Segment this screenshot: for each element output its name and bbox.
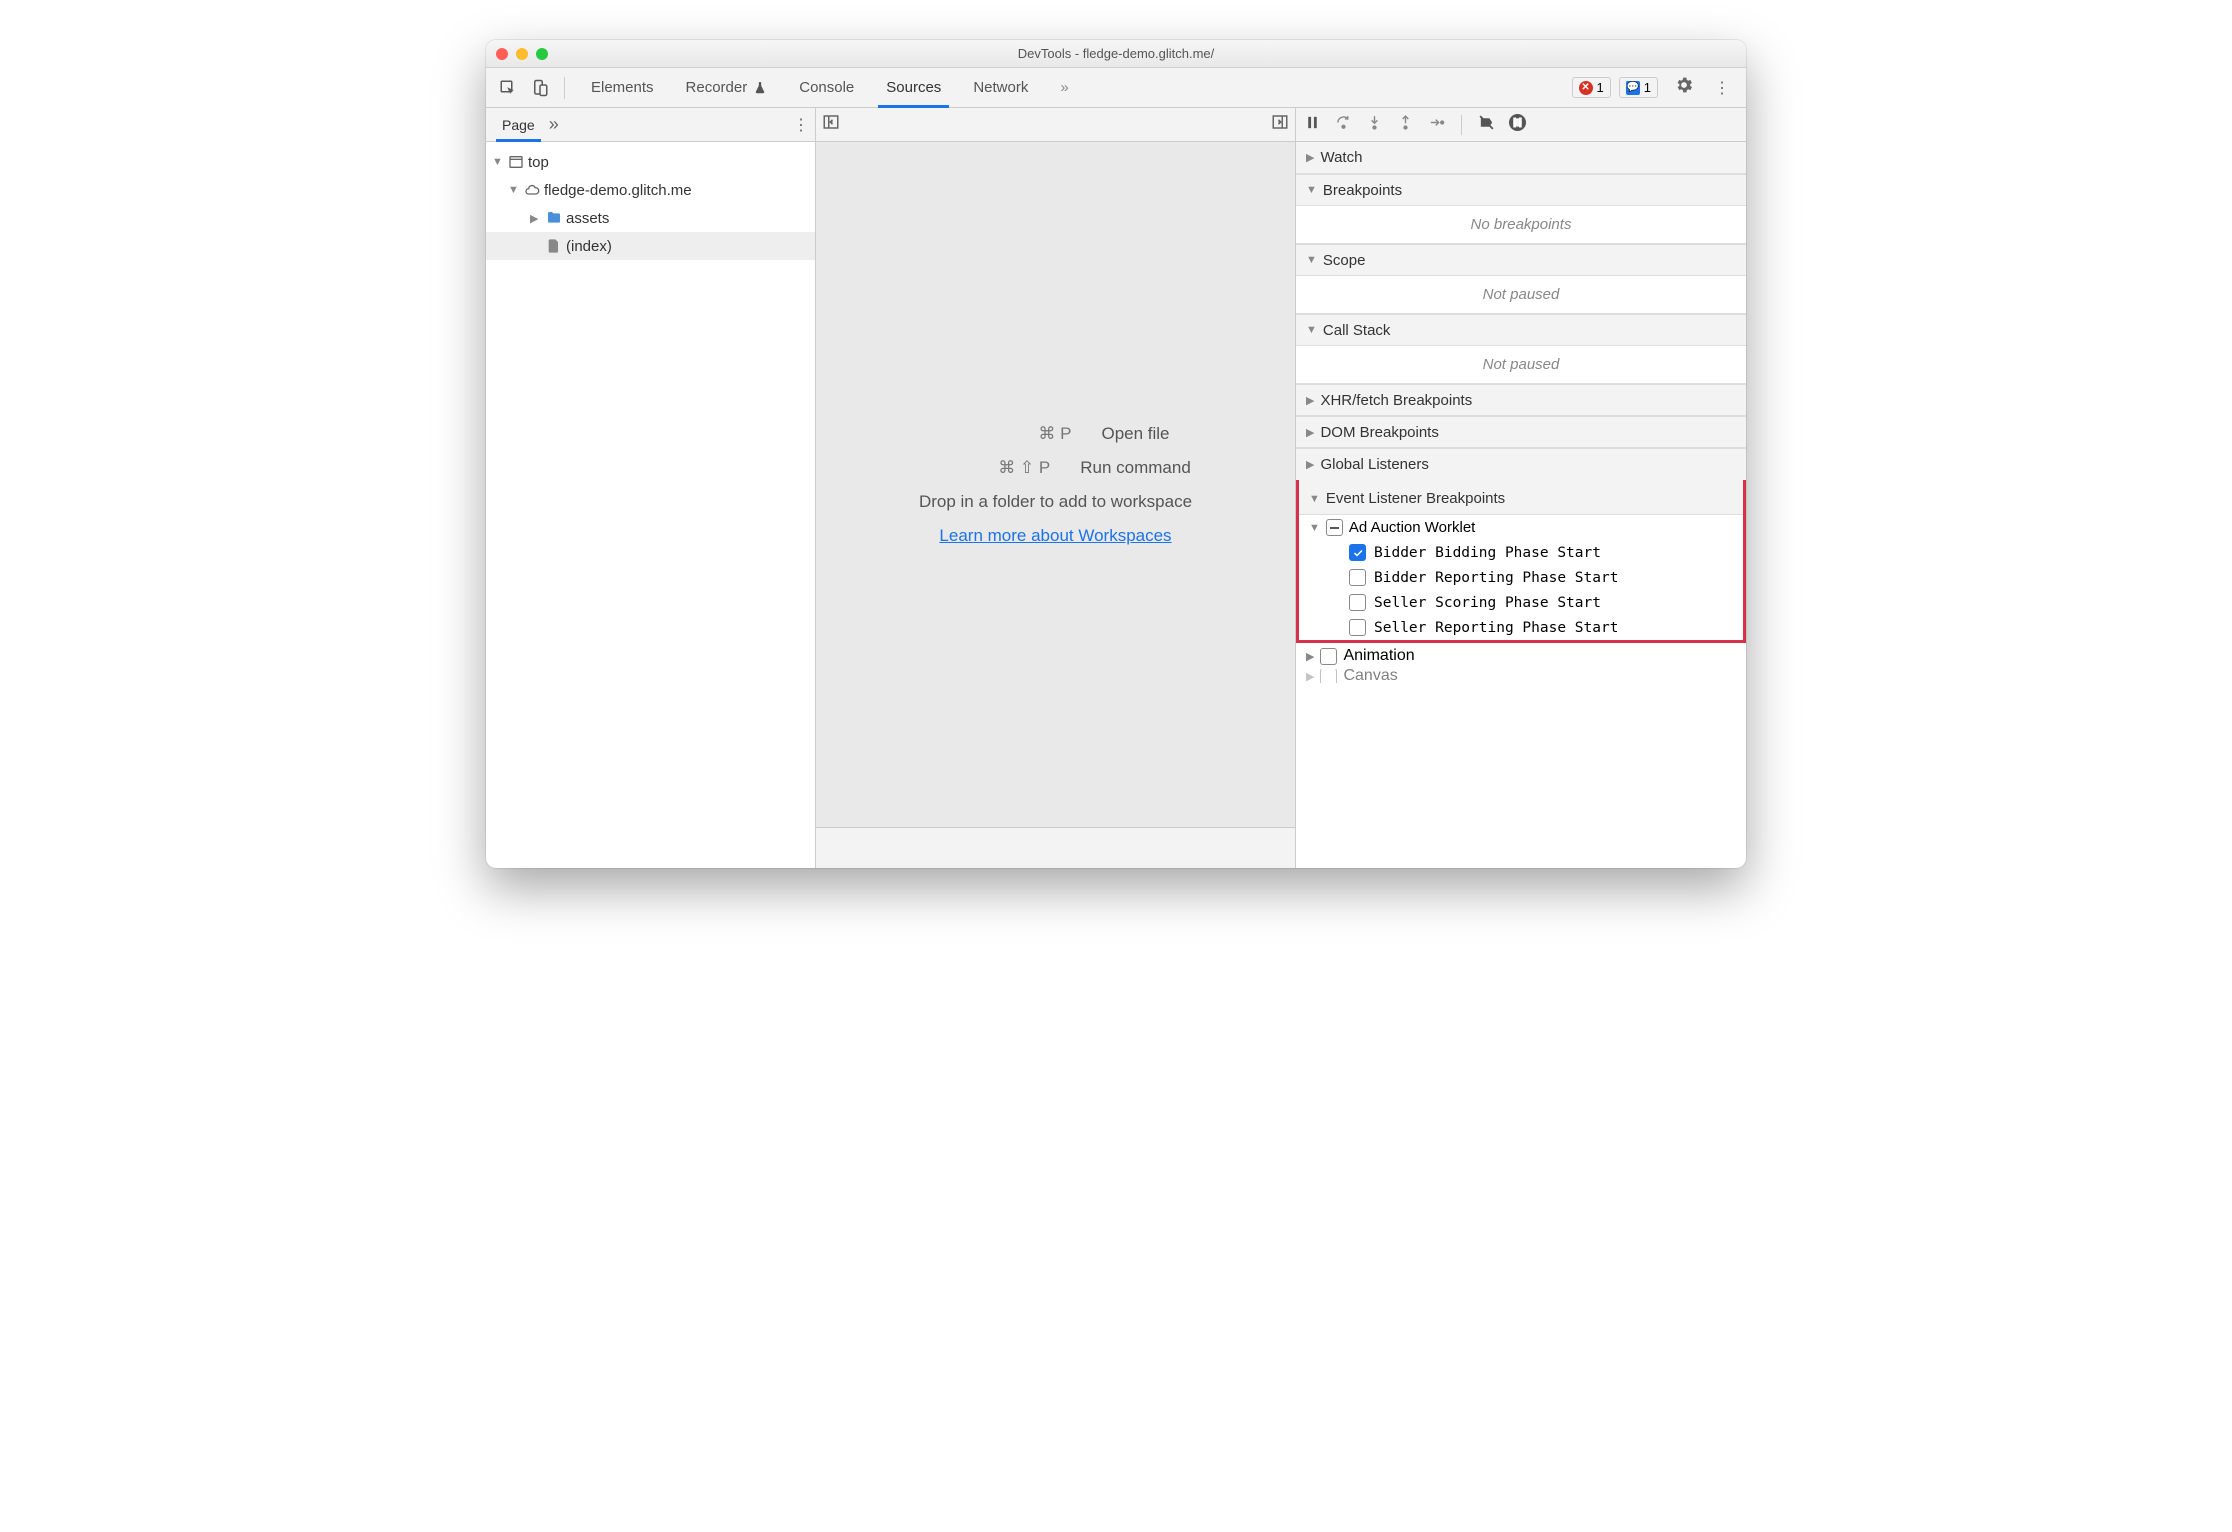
callstack-empty: Not paused (1296, 346, 1746, 384)
checkbox-bidder-bidding[interactable] (1349, 544, 1366, 561)
tree-file-index[interactable]: ▶ (index) (486, 232, 815, 260)
checkbox-ad-auction-group[interactable] (1326, 519, 1343, 536)
tab-network[interactable]: Network (957, 68, 1044, 107)
file-icon (546, 238, 562, 254)
step-icon[interactable] (1428, 114, 1445, 136)
open-file-label: Open file (1101, 424, 1169, 444)
editor-tabbar (816, 108, 1295, 142)
navigator-tabbar: Page » ⋮ (486, 108, 815, 142)
checkbox-canvas-group[interactable] (1320, 669, 1337, 683)
editor-footer (816, 828, 1295, 868)
run-command-label: Run command (1080, 458, 1191, 478)
event-item-seller-scoring[interactable]: Seller Scoring Phase Start (1299, 590, 1743, 615)
folder-icon (546, 210, 562, 226)
navigator-tab-page[interactable]: Page (492, 108, 545, 141)
debugger-toolbar (1296, 108, 1746, 142)
flask-icon (753, 81, 767, 95)
content-area: Page » ⋮ ▼ top ▼ fledge-demo.glitch.me ▶ (486, 108, 1746, 868)
cloud-icon (524, 182, 540, 198)
event-group-animation[interactable]: ▶ Animation (1296, 643, 1746, 669)
toggle-debugger-icon[interactable] (1271, 113, 1289, 136)
run-command-shortcut: ⌘ ⇧ P (920, 458, 1050, 478)
event-item-seller-reporting[interactable]: Seller Reporting Phase Start (1299, 615, 1743, 640)
device-toggle-icon[interactable] (526, 74, 554, 102)
event-group-ad-auction: ▼ Ad Auction Worklet Bidder Bidding Phas… (1299, 515, 1743, 640)
section-watch[interactable]: ▶Watch (1296, 142, 1746, 174)
pause-on-exceptions-icon[interactable] (1509, 114, 1526, 136)
editor-pane: ⌘ P Open file ⌘ ⇧ P Run command Drop in … (816, 108, 1296, 868)
tab-console[interactable]: Console (783, 68, 870, 107)
toggle-navigator-icon[interactable] (822, 113, 840, 136)
tab-recorder[interactable]: Recorder (670, 68, 784, 107)
section-scope[interactable]: ▼Scope (1296, 244, 1746, 276)
event-item-bidder-bidding[interactable]: Bidder Bidding Phase Start (1299, 540, 1743, 565)
more-icon[interactable]: ⋮ (1706, 78, 1738, 98)
breakpoints-empty: No breakpoints (1296, 206, 1746, 244)
highlighted-region: ▼Event Listener Breakpoints ▼ Ad Auction… (1296, 480, 1746, 643)
section-xhr-breakpoints[interactable]: ▶XHR/fetch Breakpoints (1296, 384, 1746, 416)
inspect-icon[interactable] (494, 74, 522, 102)
checkbox-bidder-reporting[interactable] (1349, 569, 1366, 586)
main-toolbar: Elements Recorder Console Sources Networ… (486, 68, 1746, 108)
section-callstack[interactable]: ▼Call Stack (1296, 314, 1746, 346)
step-into-icon[interactable] (1366, 114, 1383, 136)
issue-badge[interactable]: 💬 1 (1619, 77, 1658, 98)
event-item-bidder-reporting[interactable]: Bidder Reporting Phase Start (1299, 565, 1743, 590)
pause-icon[interactable] (1304, 114, 1321, 136)
tree-top[interactable]: ▼ top (486, 148, 815, 176)
main-tabs: Elements Recorder Console Sources Networ… (575, 68, 1085, 107)
tab-sources[interactable]: Sources (870, 68, 957, 107)
titlebar: DevTools - fledge-demo.glitch.me/ (486, 40, 1746, 68)
navigator-kebab[interactable]: ⋮ (793, 115, 809, 135)
navigator-more[interactable]: » (549, 114, 559, 135)
tabs-overflow[interactable]: » (1044, 68, 1084, 107)
deactivate-breakpoints-icon[interactable] (1478, 114, 1495, 136)
tree-folder-assets[interactable]: ▶ assets (486, 204, 815, 232)
editor-empty-state: ⌘ P Open file ⌘ ⇧ P Run command Drop in … (816, 142, 1295, 828)
file-tree: ▼ top ▼ fledge-demo.glitch.me ▶ assets ▶ (486, 142, 815, 266)
step-out-icon[interactable] (1397, 114, 1414, 136)
open-file-shortcut: ⌘ P (941, 424, 1071, 444)
section-dom-breakpoints[interactable]: ▶DOM Breakpoints (1296, 416, 1746, 448)
issue-icon: 💬 (1626, 81, 1640, 95)
window-title: DevTools - fledge-demo.glitch.me/ (486, 46, 1746, 61)
checkbox-animation-group[interactable] (1320, 648, 1337, 665)
checkbox-seller-scoring[interactable] (1349, 594, 1366, 611)
tab-elements[interactable]: Elements (575, 68, 670, 107)
error-icon: ✕ (1579, 81, 1593, 95)
workspace-learn-more-link[interactable]: Learn more about Workspaces (939, 526, 1171, 546)
section-breakpoints[interactable]: ▼Breakpoints (1296, 174, 1746, 206)
workspace-hint: Drop in a folder to add to workspace (919, 492, 1192, 512)
step-over-icon[interactable] (1335, 114, 1352, 136)
scope-empty: Not paused (1296, 276, 1746, 314)
tree-domain[interactable]: ▼ fledge-demo.glitch.me (486, 176, 815, 204)
checkbox-seller-reporting[interactable] (1349, 619, 1366, 636)
navigator-pane: Page » ⋮ ▼ top ▼ fledge-demo.glitch.me ▶ (486, 108, 816, 868)
debugger-sections: ▶Watch ▼Breakpoints No breakpoints ▼Scop… (1296, 142, 1746, 868)
devtools-window: DevTools - fledge-demo.glitch.me/ Elemen… (486, 40, 1746, 868)
event-group-canvas[interactable]: ▶ Canvas (1296, 669, 1746, 683)
error-badge[interactable]: ✕ 1 (1572, 77, 1611, 98)
section-event-listener-breakpoints[interactable]: ▼Event Listener Breakpoints (1299, 469, 1743, 515)
event-group-header-ad-auction[interactable]: ▼ Ad Auction Worklet (1299, 515, 1743, 540)
window-frame-icon (508, 154, 524, 170)
settings-icon[interactable] (1666, 75, 1702, 100)
debugger-pane: ▶Watch ▼Breakpoints No breakpoints ▼Scop… (1296, 108, 1746, 868)
